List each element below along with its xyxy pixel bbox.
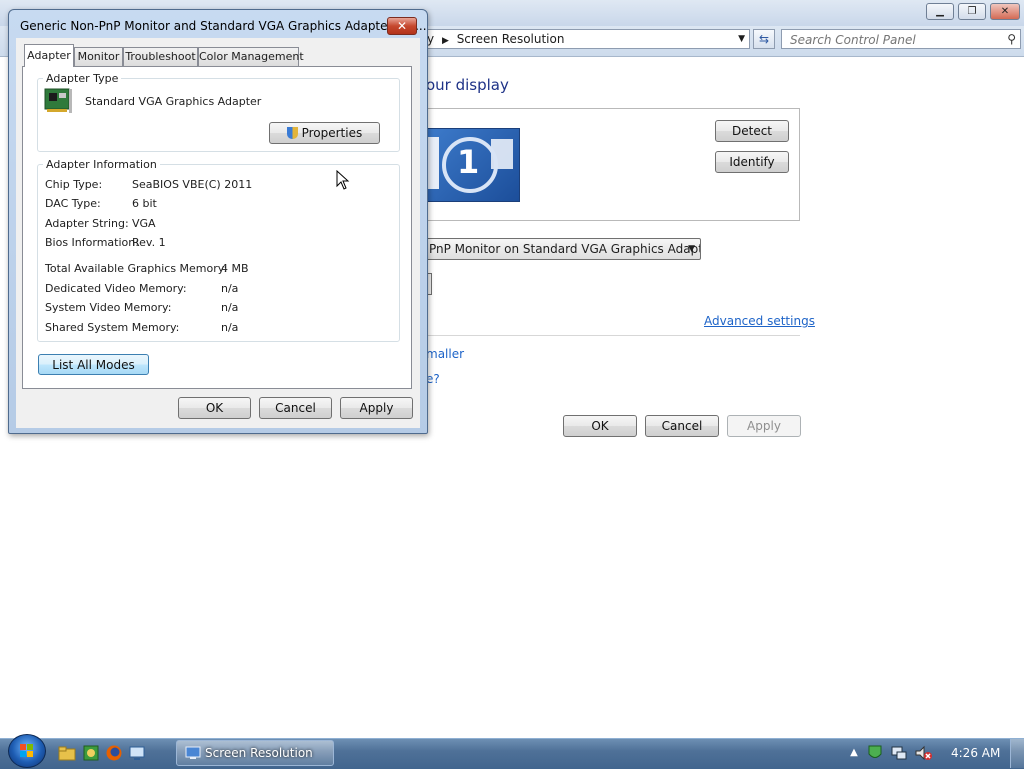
show-hidden-icons-icon[interactable]: ▲ — [845, 744, 863, 762]
dac-type-value: 6 bit — [132, 197, 157, 210]
adapter-name: Standard VGA Graphics Adapter — [85, 95, 262, 108]
identify-button[interactable]: Identify — [715, 151, 789, 173]
adapter-properties-label: Properties — [301, 126, 363, 140]
mouse-pointer-icon — [336, 169, 350, 193]
system-video-memory-value: n/a — [221, 301, 239, 314]
refresh-icon: ⇆ — [758, 32, 770, 46]
system-video-memory-label: System Video Memory: — [45, 301, 172, 314]
shared-system-memory-value: n/a — [221, 321, 239, 334]
show-desktop-button[interactable] — [1010, 739, 1024, 768]
tab-monitor[interactable]: Monitor — [74, 47, 123, 66]
close-icon: ✕ — [396, 19, 408, 33]
tab-troubleshoot[interactable]: Troubleshoot — [123, 47, 198, 66]
minimize-button[interactable]: ▁ — [926, 3, 954, 20]
breadcrumb-separator-icon: ▶ — [441, 36, 449, 46]
uac-shield-icon — [286, 127, 298, 139]
search-box[interactable]: ⚲ — [781, 29, 1021, 50]
bg-cancel-button[interactable]: Cancel — [645, 415, 719, 437]
dialog-apply-button[interactable]: Apply — [340, 397, 413, 419]
display-select-value: PnP Monitor on Standard VGA Graphics Ada… — [429, 242, 701, 256]
dac-type-label: DAC Type: — [45, 197, 101, 210]
adapter-properties-button[interactable]: Properties — [269, 122, 380, 144]
divider — [426, 335, 800, 336]
bios-information-label: Bios Information: — [45, 236, 139, 249]
address-bar[interactable]: y ▶ Screen Resolution ▼ — [420, 29, 750, 49]
action-center-icon[interactable] — [866, 744, 884, 762]
adapter-information-legend: Adapter Information — [43, 158, 160, 171]
total-graphics-memory-value: 4 MB — [221, 262, 249, 275]
chip-type-value: SeaBIOS VBE(C) 2011 — [132, 178, 253, 191]
network-icon[interactable] — [890, 744, 908, 762]
remote-desktop-icon[interactable] — [128, 744, 146, 762]
bg-ok-button[interactable]: OK — [563, 415, 637, 437]
address-dropdown-icon[interactable]: ▼ — [738, 30, 745, 48]
list-all-modes-button[interactable]: List All Modes — [38, 354, 149, 375]
bios-information-value: Rev. 1 — [132, 236, 166, 249]
breadcrumb-current[interactable]: Screen Resolution — [457, 32, 565, 46]
tab-adapter[interactable]: Adapter — [24, 44, 74, 67]
dedicated-video-memory-label: Dedicated Video Memory: — [45, 282, 187, 295]
chip-type-label: Chip Type: — [45, 178, 103, 191]
make-text-smaller-link[interactable]: maller — [426, 347, 464, 361]
firefox-icon[interactable] — [105, 744, 123, 762]
page-heading: our display — [426, 76, 509, 94]
taskbar-clock[interactable]: 4:26 AM — [951, 746, 1000, 760]
maximize-button[interactable]: ❐ — [958, 3, 986, 20]
help-question-link[interactable]: e? — [426, 372, 440, 386]
detect-button[interactable]: Detect — [715, 120, 789, 142]
explorer-folder-icon[interactable] — [58, 744, 76, 762]
dialog-cancel-button[interactable]: Cancel — [259, 397, 332, 419]
volume-muted-icon[interactable] — [914, 744, 932, 762]
refresh-button[interactable]: ⇆ — [753, 29, 775, 49]
taskbar-task-label: Screen Resolution — [205, 746, 313, 760]
windows-logo-icon — [20, 744, 33, 757]
window-close-button[interactable]: ✕ — [990, 3, 1020, 20]
breadcrumb-partial[interactable]: y — [427, 32, 434, 46]
search-icon[interactable]: ⚲ — [1007, 32, 1016, 46]
games-icon[interactable] — [82, 744, 100, 762]
bg-apply-button[interactable]: Apply — [727, 415, 801, 437]
advanced-settings-link[interactable]: Advanced settings — [704, 314, 815, 328]
start-button[interactable] — [8, 734, 46, 768]
display-settings-icon — [185, 746, 201, 759]
monitor-1-tile[interactable]: 1 — [420, 128, 520, 202]
search-input[interactable] — [782, 30, 1002, 50]
taskbar-screen-resolution-button[interactable]: Screen Resolution — [176, 740, 334, 766]
dialog-title: Generic Non-PnP Monitor and Standard VGA… — [20, 19, 427, 33]
dedicated-video-memory-value: n/a — [221, 282, 239, 295]
dialog-ok-button[interactable]: OK — [178, 397, 251, 419]
graphics-card-icon — [43, 87, 73, 115]
chevron-down-icon: ▼ — [688, 244, 695, 254]
monitor-number: 1 — [457, 143, 480, 181]
display-select[interactable]: PnP Monitor on Standard VGA Graphics Ada… — [420, 238, 701, 260]
total-graphics-memory-label: Total Available Graphics Memory: — [45, 262, 228, 275]
adapter-string-label: Adapter String: — [45, 217, 129, 230]
adapter-type-legend: Adapter Type — [43, 72, 122, 85]
dialog-close-button[interactable]: ✕ — [387, 17, 417, 35]
adapter-string-value: VGA — [132, 217, 156, 230]
shared-system-memory-label: Shared System Memory: — [45, 321, 180, 334]
tab-color-management[interactable]: Color Management — [198, 47, 304, 66]
